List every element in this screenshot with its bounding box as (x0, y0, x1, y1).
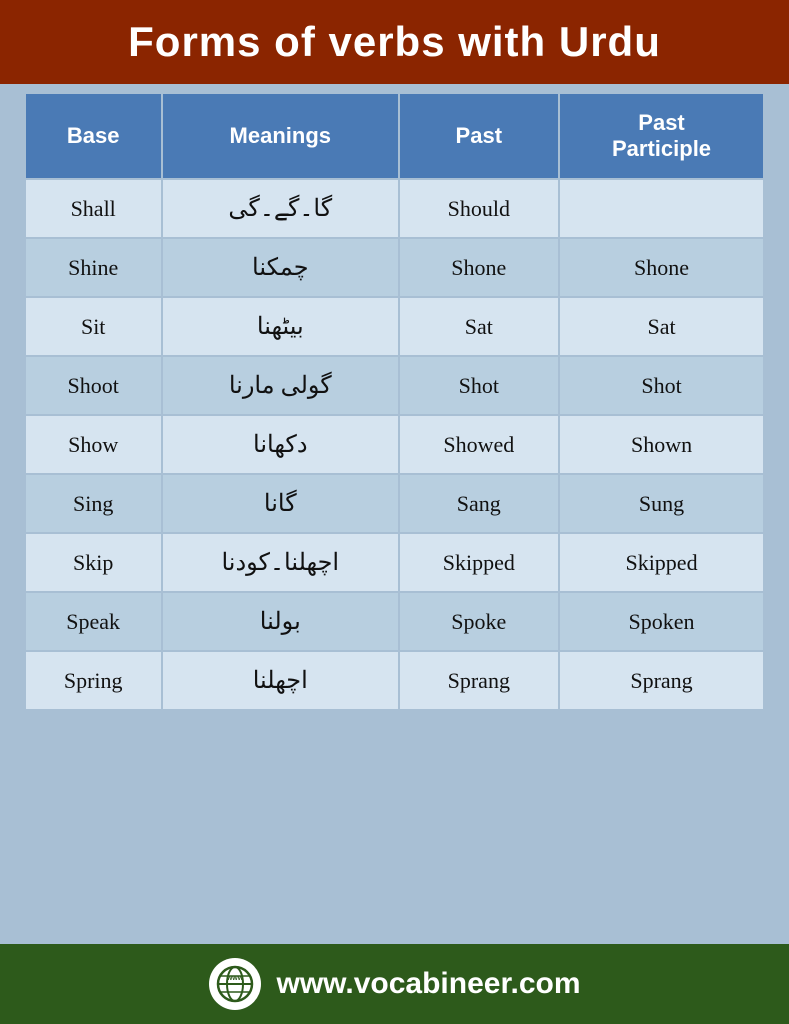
cell-past: Shot (399, 356, 559, 415)
cell-base: Shine (25, 238, 162, 297)
table-row: Shootگولی مارناShotShot (25, 356, 765, 415)
cell-past: Sat (399, 297, 559, 356)
cell-past-participle: Sung (559, 474, 765, 533)
cell-meanings: بولنا (162, 592, 399, 651)
title-bar: Forms of verbs with Urdu (0, 0, 789, 84)
cell-meanings: گانا (162, 474, 399, 533)
cell-meanings: اچھلنا (162, 651, 399, 710)
cell-past-participle (559, 179, 765, 238)
www-globe-icon: www (216, 965, 254, 1003)
footer-bar: www www.vocabineer.com (0, 944, 789, 1024)
cell-past-participle: Shot (559, 356, 765, 415)
col-past-participle: PastParticiple (559, 93, 765, 179)
cell-base: Shall (25, 179, 162, 238)
page-title: Forms of verbs with Urdu (20, 18, 769, 66)
cell-past: Spoke (399, 592, 559, 651)
cell-past-participle: Shown (559, 415, 765, 474)
col-past: Past (399, 93, 559, 179)
table-row: Skipاچھلنا۔کودناSkippedSkipped (25, 533, 765, 592)
cell-meanings: اچھلنا۔کودنا (162, 533, 399, 592)
table-row: Shallگا۔گے۔گیShould (25, 179, 765, 238)
cell-base: Speak (25, 592, 162, 651)
table-container: Base Meanings Past PastParticiple Shallگ… (24, 92, 766, 936)
cell-past: Showed (399, 415, 559, 474)
cell-meanings: گولی مارنا (162, 356, 399, 415)
cell-meanings: دکھانا (162, 415, 399, 474)
table-header-row: Base Meanings Past PastParticiple (25, 93, 765, 179)
cell-past-participle: Sprang (559, 651, 765, 710)
cell-meanings: گا۔گے۔گی (162, 179, 399, 238)
cell-past-participle: Skipped (559, 533, 765, 592)
cell-base: Shoot (25, 356, 162, 415)
cell-base: Skip (25, 533, 162, 592)
col-meanings: Meanings (162, 93, 399, 179)
table-row: ShowدکھاناShowedShown (25, 415, 765, 474)
cell-past: Shone (399, 238, 559, 297)
footer-url: www.vocabineer.com (277, 967, 581, 1001)
globe-icon-container: www (209, 958, 261, 1010)
table-row: SitبیٹھناSatSat (25, 297, 765, 356)
cell-meanings: چمکنا (162, 238, 399, 297)
cell-past: Sprang (399, 651, 559, 710)
cell-base: Show (25, 415, 162, 474)
cell-base: Sing (25, 474, 162, 533)
page-wrapper: Forms of verbs with Urdu Base Meanings P… (0, 0, 789, 1024)
cell-past-participle: Spoken (559, 592, 765, 651)
table-row: SingگاناSangSung (25, 474, 765, 533)
cell-past-participle: Sat (559, 297, 765, 356)
cell-meanings: بیٹھنا (162, 297, 399, 356)
cell-base: Sit (25, 297, 162, 356)
cell-past: Should (399, 179, 559, 238)
cell-base: Spring (25, 651, 162, 710)
svg-text:www: www (225, 975, 243, 982)
cell-past-participle: Shone (559, 238, 765, 297)
table-row: ShineچمکناShoneShone (25, 238, 765, 297)
cell-past: Sang (399, 474, 559, 533)
col-base: Base (25, 93, 162, 179)
table-row: SpeakبولناSpokeSpoken (25, 592, 765, 651)
table-row: SpringاچھلناSprangSprang (25, 651, 765, 710)
cell-past: Skipped (399, 533, 559, 592)
verbs-table: Base Meanings Past PastParticiple Shallگ… (24, 92, 766, 711)
